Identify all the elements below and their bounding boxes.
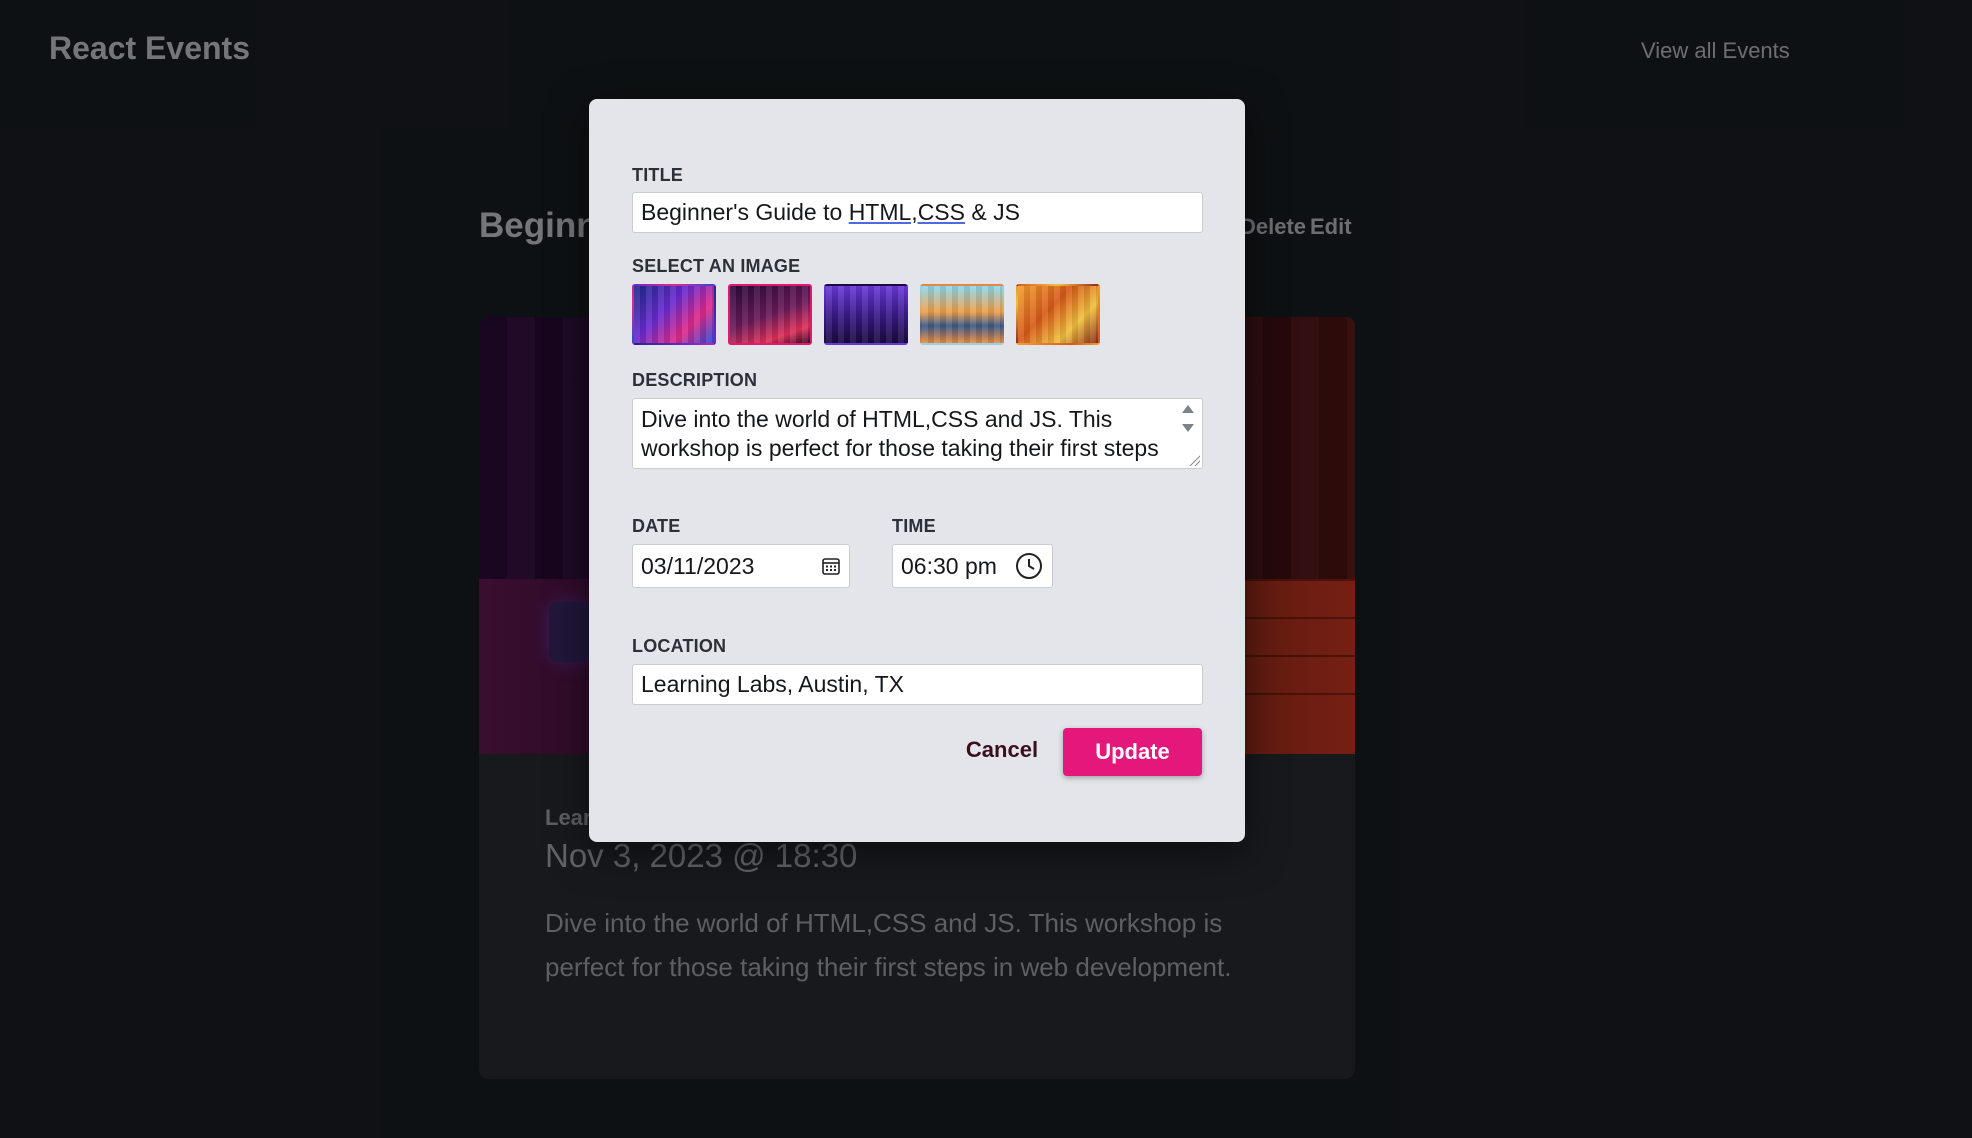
time-label: TIME <box>892 516 936 536</box>
date-value: 03/11/2023 <box>641 552 755 579</box>
date-label: DATE <box>632 516 681 536</box>
image-option-city-lake[interactable] <box>920 284 1004 345</box>
description-label: DESCRIPTION <box>632 370 758 390</box>
select-image-label: SELECT AN IMAGE <box>632 256 801 276</box>
title-input[interactable]: Beginner's Guide to HTML,CSS & JS <box>632 192 1203 233</box>
title-text-post: & JS <box>964 199 1020 225</box>
description-textarea[interactable]: Dive into the world of HTML,CSS and JS. … <box>632 398 1203 469</box>
location-input[interactable]: Learning Labs, Austin, TX <box>632 664 1203 705</box>
time-value: 06:30 pm <box>901 552 997 579</box>
update-button[interactable]: Update <box>1063 728 1202 776</box>
title-text-pre: Beginner's Guide to <box>641 199 849 225</box>
time-input[interactable]: 06:30 pm <box>892 544 1053 588</box>
image-picker <box>632 284 1100 347</box>
title-label: TITLE <box>632 165 683 185</box>
scroll-up-arrow-icon[interactable] <box>1182 405 1194 413</box>
date-input[interactable]: 03/11/2023 <box>632 544 850 588</box>
image-option-neon-city[interactable] <box>632 284 716 345</box>
clock-icon[interactable] <box>1014 551 1044 581</box>
image-option-concert[interactable] <box>824 284 908 345</box>
image-option-people-laptop[interactable] <box>1016 284 1100 345</box>
description-text: Dive into the world of HTML,CSS and JS. … <box>641 406 1159 465</box>
title-text-underlined: HTML,CSS <box>848 199 965 225</box>
location-value: Learning Labs, Austin, TX <box>641 671 904 697</box>
edit-event-modal: TITLE Beginner's Guide to HTML,CSS & JS … <box>589 99 1245 842</box>
calendar-icon[interactable] <box>821 556 841 576</box>
scroll-down-arrow-icon[interactable] <box>1182 424 1194 432</box>
location-label: LOCATION <box>632 636 727 656</box>
resize-handle-icon[interactable] <box>1188 454 1200 466</box>
image-option-workstation[interactable] <box>728 284 812 345</box>
cancel-button[interactable]: Cancel <box>947 726 1057 774</box>
